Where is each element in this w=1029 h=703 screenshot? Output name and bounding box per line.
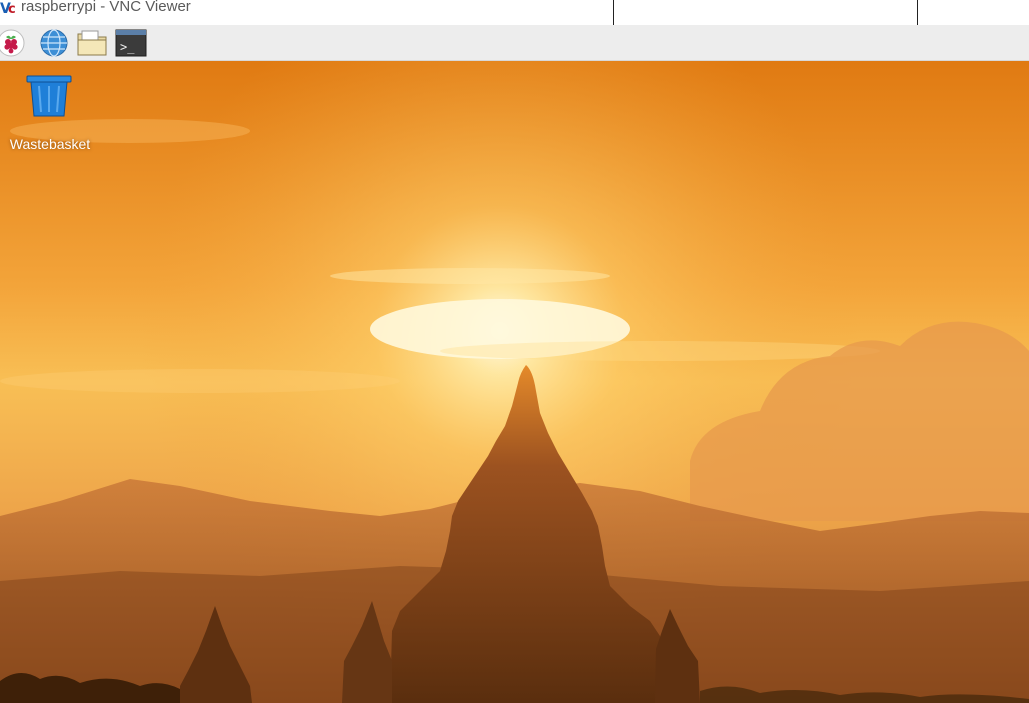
desktop: Wastebasket <box>0 61 1029 703</box>
wastebasket-icon <box>26 75 72 117</box>
window-title: raspberrypi - VNC Viewer <box>21 0 191 15</box>
globe-icon <box>40 29 68 57</box>
taskbar: >_ <box>0 25 1029 61</box>
folder-icon <box>77 30 107 56</box>
menu-button[interactable] <box>0 28 27 58</box>
file-manager-button[interactable] <box>76 28 108 58</box>
terminal-button[interactable]: >_ <box>115 28 147 58</box>
window-title-bar: V c raspberrypi - VNC Viewer <box>0 0 1029 28</box>
terminal-glyph: >_ <box>120 40 135 54</box>
vnc-icon: V c <box>0 1 16 16</box>
desktop-icon-label: Wastebasket <box>9 136 91 152</box>
desktop-icon-wastebasket[interactable]: Wastebasket <box>0 74 100 152</box>
vnc-toolbar-dropdown[interactable] <box>613 0 918 28</box>
svg-text:c: c <box>8 2 16 16</box>
raspberry-pi-icon <box>0 29 25 57</box>
wallpaper <box>0 61 1029 703</box>
terminal-icon: >_ <box>115 29 147 57</box>
web-browser-button[interactable] <box>38 28 70 58</box>
